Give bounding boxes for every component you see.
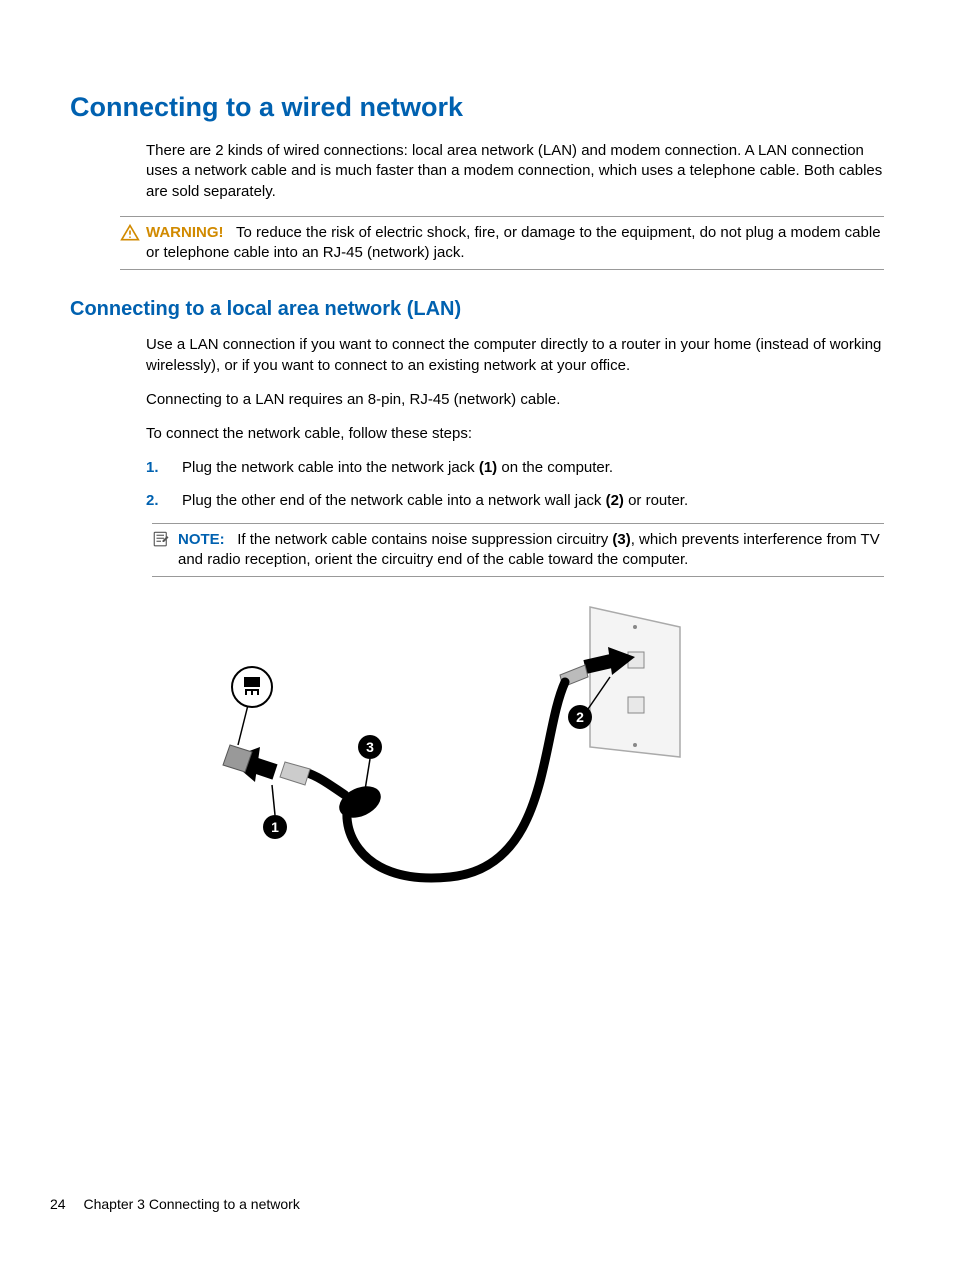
page-title: Connecting to a wired network: [70, 92, 884, 123]
intro-paragraph: There are 2 kinds of wired connections: …: [146, 141, 884, 202]
step-text: on the computer.: [497, 459, 613, 476]
svg-text:2: 2: [576, 709, 584, 725]
svg-text:3: 3: [366, 739, 374, 755]
step-1: 1. Plug the network cable into the netwo…: [146, 458, 884, 478]
page-footer: 24 Chapter 3 Connecting to a network: [50, 1196, 300, 1212]
callout-3: 3: [358, 735, 382, 790]
cable-icon: [347, 682, 565, 878]
section-heading: Connecting to a local area network (LAN): [70, 298, 884, 321]
note-text: If the network cable contains noise supp…: [237, 531, 612, 548]
note-label: NOTE:: [178, 531, 225, 548]
note-ref: (3): [612, 531, 630, 548]
step-ref: (1): [479, 459, 497, 476]
svg-text:1: 1: [271, 819, 279, 835]
rj45-plug-icon: [280, 762, 310, 785]
callout-1: 1: [263, 785, 287, 839]
step-text: Plug the network cable into the network …: [182, 459, 479, 476]
chapter-label: Chapter 3 Connecting to a network: [83, 1196, 299, 1212]
page-number: 24: [50, 1196, 66, 1212]
step-number: 1.: [146, 458, 182, 478]
network-port-symbol-icon: [232, 667, 272, 707]
warning-text: To reduce the risk of electric shock, fi…: [146, 224, 881, 261]
step-ref: (2): [606, 492, 624, 509]
lan-requirement: Connecting to a LAN requires an 8-pin, R…: [146, 390, 884, 410]
connection-diagram: 1 3 2: [190, 597, 710, 917]
lan-intro: Use a LAN connection if you want to conn…: [146, 335, 884, 376]
steps-list: 1. Plug the network cable into the netwo…: [146, 458, 884, 511]
note-icon: [152, 530, 178, 553]
warning-icon: [120, 223, 146, 248]
step-number: 2.: [146, 491, 182, 511]
ferrite-icon: [334, 780, 386, 824]
warning-callout: WARNING! To reduce the risk of electric …: [120, 216, 884, 271]
warning-label: WARNING!: [146, 224, 224, 241]
wall-plate-icon: [590, 607, 680, 757]
lan-steps-lead: To connect the network cable, follow the…: [146, 424, 884, 444]
step-text: or router.: [624, 492, 688, 509]
step-2: 2. Plug the other end of the network cab…: [146, 491, 884, 511]
note-callout: NOTE: If the network cable contains nois…: [152, 523, 884, 578]
step-text: Plug the other end of the network cable …: [182, 492, 606, 509]
